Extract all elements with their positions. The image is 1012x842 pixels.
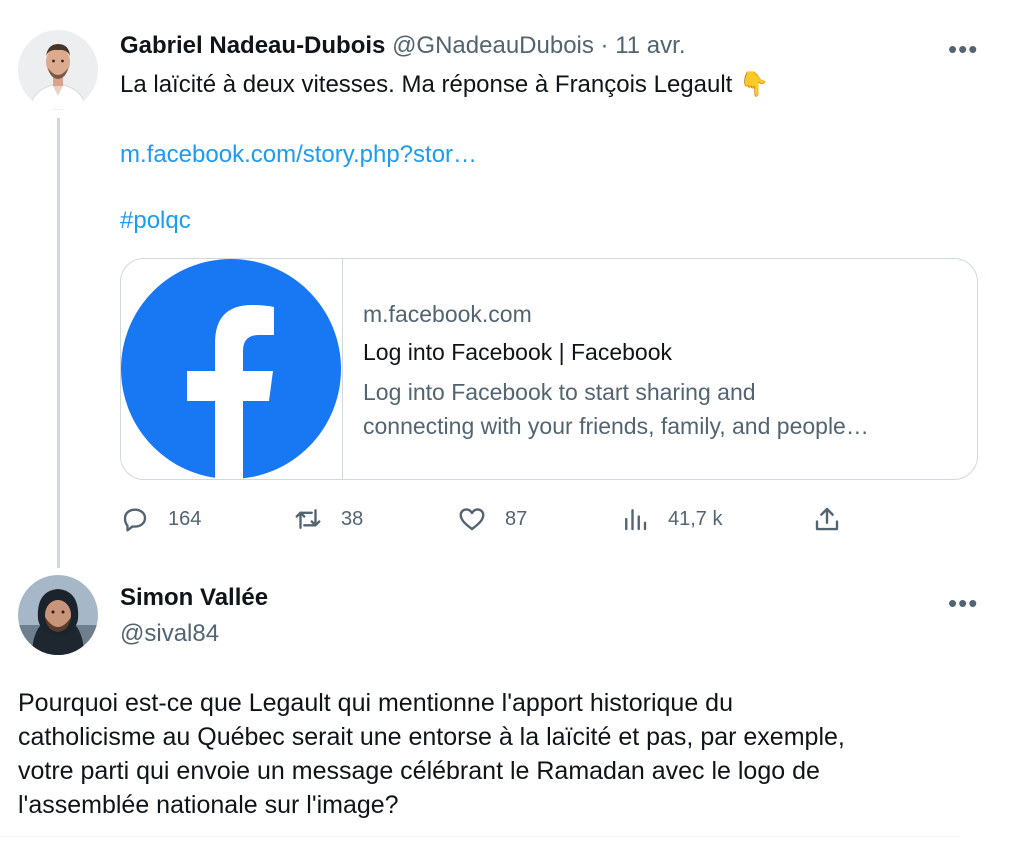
hashtag-link[interactable]: #polqc <box>120 206 191 236</box>
reply-icon <box>123 508 147 532</box>
views-button[interactable]: 41,7 k <box>620 500 722 538</box>
reply-text-line: Pourquoi est-ce que Legault qui mentionn… <box>18 689 733 717</box>
reply-count: 164 <box>168 507 202 530</box>
thread-connector-line <box>57 118 60 568</box>
card-description-line: connecting with your friends, family, an… <box>363 413 869 439</box>
reply-author-handle[interactable]: @sival84 <box>120 620 219 648</box>
more-options-icon[interactable]: ••• <box>948 36 978 62</box>
reply-text-line: l'assemblée nationale sur l'image? <box>18 791 399 819</box>
reply-text: Pourquoi est-ce que Legault qui mentionn… <box>18 686 993 822</box>
views-count: 41,7 k <box>668 507 723 530</box>
reply-text-line: catholicisme au Québec serait une entors… <box>18 723 845 751</box>
tweet-link[interactable]: m.facebook.com/story.php?stor… <box>120 140 477 170</box>
link-preview-card[interactable]: m.facebook.com Log into Facebook | Faceb… <box>120 258 978 480</box>
author-name[interactable]: Gabriel Nadeau-Dubois <box>120 32 385 59</box>
person-portrait-icon <box>18 30 98 110</box>
tweet-header: Gabriel Nadeau-Dubois @GNadeauDubois · 1… <box>120 32 685 60</box>
header-separator: · <box>600 32 609 59</box>
retweet-count: 38 <box>341 507 364 530</box>
reply-author-avatar[interactable] <box>18 575 98 655</box>
reply-text-line: votre parti qui envoie un message célébr… <box>18 757 820 785</box>
author-avatar[interactable] <box>18 30 98 110</box>
like-count: 87 <box>505 507 528 530</box>
retweet-icon <box>295 509 321 529</box>
author-handle[interactable]: @GNadeauDubois <box>392 32 594 59</box>
like-button[interactable]: 87 <box>457 500 527 538</box>
card-image <box>121 259 343 479</box>
share-icon <box>815 507 839 531</box>
tweet-text: La laïcité à deux vitesses. Ma réponse à… <box>120 71 769 98</box>
tweet-divider <box>0 836 960 837</box>
retweet-button[interactable]: 38 <box>293 500 363 538</box>
analytics-icon <box>625 509 647 531</box>
card-title: Log into Facebook | Facebook <box>363 339 673 365</box>
card-description-line: Log into Facebook to start sharing and <box>363 379 756 405</box>
facebook-logo-icon <box>121 259 341 479</box>
heart-icon <box>459 508 485 531</box>
reply-author-name[interactable]: Simon Vallée <box>120 584 268 612</box>
card-description: Log into Facebook to start sharing and c… <box>363 375 963 443</box>
card-domain: m.facebook.com <box>363 301 532 327</box>
person-portrait-icon <box>18 575 98 655</box>
reply-button[interactable]: 164 <box>120 500 201 538</box>
tweet-date[interactable]: 11 avr. <box>615 32 685 59</box>
more-options-icon[interactable]: ••• <box>948 590 978 616</box>
share-button[interactable] <box>812 500 842 538</box>
